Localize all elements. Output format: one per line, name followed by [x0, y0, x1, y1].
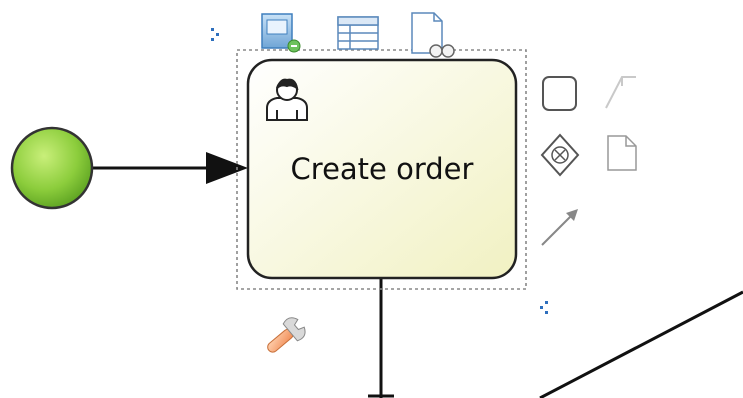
sequence-flow-down[interactable] — [368, 279, 394, 398]
text-annotation-icon[interactable] — [605, 76, 636, 109]
form-icon[interactable] — [261, 13, 301, 53]
resize-handle-top-left[interactable] — [211, 28, 219, 41]
table-icon[interactable] — [337, 16, 379, 50]
start-event[interactable] — [10, 126, 94, 210]
sequence-flow-diagonal[interactable] — [539, 290, 743, 398]
data-object-icon[interactable] — [607, 135, 637, 171]
task-shape-icon[interactable] — [542, 76, 577, 111]
task-label[interactable]: Create order — [248, 60, 516, 278]
connect-arrow-icon[interactable] — [541, 209, 578, 246]
search-document-icon[interactable] — [411, 12, 455, 58]
gateway-icon[interactable] — [540, 133, 580, 177]
resize-handle-bottom-right[interactable] — [540, 301, 548, 314]
wrench-icon[interactable] — [261, 314, 309, 360]
sequence-flow-start-to-task[interactable] — [92, 152, 248, 184]
